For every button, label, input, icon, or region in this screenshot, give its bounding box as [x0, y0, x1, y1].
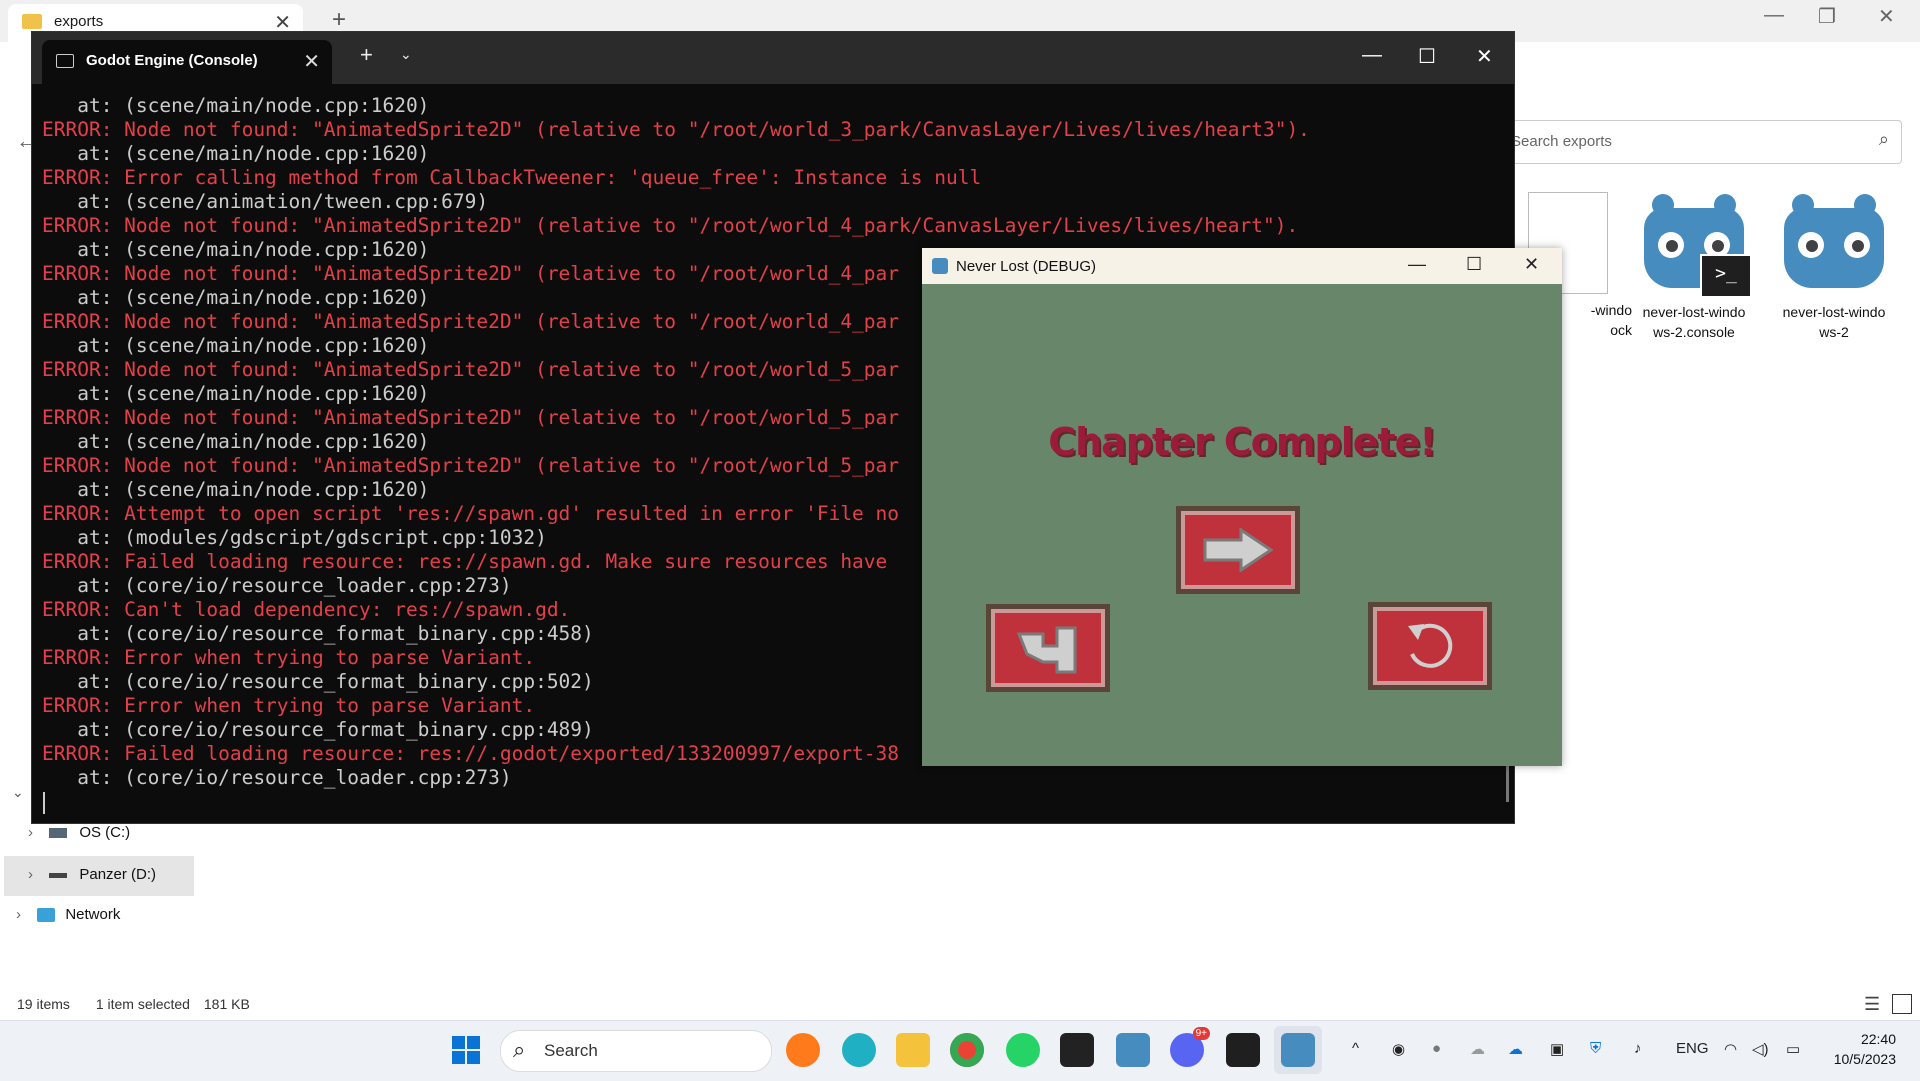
- search-icon: ⌕: [513, 1037, 526, 1062]
- new-tab-button[interactable]: +: [360, 42, 373, 68]
- epic-games-icon[interactable]: ▣: [1550, 1040, 1564, 1058]
- chevron-down-icon[interactable]: ⌄: [400, 46, 412, 63]
- chevron-right-icon: ›: [28, 866, 33, 883]
- game-title-bar: Never Lost (DEBUG) — ☐ ✕: [922, 248, 1562, 284]
- chevron-down-icon[interactable]: ⌄: [12, 784, 24, 801]
- console-title-bar: Godot Engine (Console) ✕ + ⌄ — ☐ ✕: [32, 32, 1514, 84]
- language-indicator[interactable]: ENG: [1676, 1040, 1709, 1057]
- close-button[interactable]: ✕: [1524, 254, 1539, 275]
- file-label: never-lost-windo ws-2.console: [1642, 304, 1746, 340]
- edge-icon[interactable]: [842, 1033, 876, 1067]
- terminal-icon: [56, 54, 74, 68]
- console-trace-line: at: (scene/animation/tween.cpp:679): [42, 190, 489, 213]
- onedrive-icon[interactable]: ☁: [1508, 1040, 1523, 1058]
- console-tab[interactable]: Godot Engine (Console) ✕: [42, 40, 332, 84]
- volume-icon[interactable]: ◁): [1752, 1040, 1769, 1058]
- cloud-icon[interactable]: ☁: [1470, 1040, 1485, 1058]
- sidebar-item-panzer-d[interactable]: › Panzer (D:): [28, 866, 156, 883]
- selection-size: 181 KB: [203, 996, 250, 1012]
- restart-button[interactable]: [1368, 602, 1492, 690]
- text-cursor: [43, 792, 45, 814]
- console-error-line: ERROR: Node not found: "AnimatedSprite2D…: [42, 214, 1299, 237]
- sticky-notes-icon[interactable]: [1060, 1033, 1094, 1067]
- item-count: 19 items: [17, 996, 70, 1012]
- scrollbar[interactable]: [1506, 762, 1509, 802]
- console-trace-line: at: (scene/main/node.cpp:1620): [42, 142, 430, 165]
- chapter-complete-heading: Chapter Complete!: [1048, 420, 1437, 464]
- clock-time: 22:40: [1860, 1031, 1896, 1047]
- console-error-line: ERROR: Node not found: "AnimatedSprite2D…: [42, 118, 1310, 141]
- return-to-menu-button[interactable]: [986, 604, 1110, 692]
- microphone-icon[interactable]: ♪: [1634, 1040, 1642, 1057]
- close-tab-icon[interactable]: ✕: [303, 49, 320, 74]
- minimize-button[interactable]: —: [1408, 254, 1426, 275]
- restart-icon: [1408, 623, 1453, 668]
- next-level-button[interactable]: [1176, 506, 1300, 594]
- chevron-right-icon: ›: [16, 906, 21, 923]
- maximize-button[interactable]: ☐: [1418, 44, 1436, 69]
- terminal-icon[interactable]: [1226, 1033, 1260, 1067]
- notification-badge: 9+: [1192, 1027, 1210, 1040]
- folder-icon: [22, 14, 42, 29]
- drive-icon: [49, 828, 68, 839]
- chrome-icon[interactable]: [950, 1033, 984, 1067]
- chevron-right-icon: ›: [28, 824, 33, 841]
- security-shield-icon[interactable]: ⛨: [1590, 1040, 1601, 1057]
- taskbar-search[interactable]: ⌕ Search: [500, 1030, 772, 1072]
- close-button[interactable]: ✕: [1878, 4, 1895, 29]
- search-box[interactable]: Search exports ⌕: [1500, 120, 1902, 164]
- explorer-tab-title: exports: [54, 13, 104, 30]
- file-explorer-icon[interactable]: [896, 1033, 930, 1067]
- godot-console-icon: >_: [1636, 190, 1752, 298]
- drive-icon: [49, 872, 68, 878]
- wifi-icon[interactable]: ◠: [1724, 1040, 1737, 1058]
- arrow-right-icon: [1203, 528, 1274, 572]
- clock-date: 10/5/2023: [1833, 1051, 1896, 1067]
- console-trace-line: at: (core/io/resource_loader.cpp:273): [42, 766, 512, 789]
- tray-app-icon[interactable]: ●: [1432, 1040, 1441, 1057]
- restore-button[interactable]: ❐: [1818, 4, 1836, 29]
- taskbar-search-placeholder: Search: [544, 1041, 598, 1060]
- godot-game-icon[interactable]: [1281, 1033, 1315, 1067]
- battery-icon[interactable]: ▭: [1786, 1040, 1800, 1058]
- whatsapp-icon[interactable]: [1006, 1033, 1040, 1067]
- steam-icon[interactable]: ◉: [1392, 1040, 1405, 1058]
- godot-icon[interactable]: [1116, 1033, 1150, 1067]
- file-item[interactable]: never-lost-windo ws-2: [1764, 190, 1904, 342]
- console-trace-line: at: (scene/main/node.cpp:1620): [42, 94, 430, 117]
- discord-icon[interactable]: 9+: [1170, 1027, 1210, 1067]
- firefox-icon[interactable]: [786, 1033, 820, 1067]
- minimize-button[interactable]: —: [1764, 4, 1784, 27]
- network-icon: [37, 908, 56, 923]
- console-tab-title: Godot Engine (Console): [86, 52, 258, 69]
- start-windows-icon[interactable]: [452, 1036, 480, 1064]
- status-bar: 19 items 1 item selected 181 KB: [17, 996, 250, 1012]
- godot-icon: [1776, 190, 1892, 298]
- chevron-up-icon[interactable]: ^: [1352, 1040, 1359, 1057]
- search-icon: ⌕: [1878, 129, 1889, 149]
- selection-status: 1 item selected: [95, 996, 190, 1012]
- minimize-button[interactable]: —: [1362, 44, 1382, 67]
- details-view-icon[interactable]: ☰: [1864, 994, 1880, 1015]
- tiles-view-icon[interactable]: [1892, 994, 1912, 1014]
- search-placeholder: Search exports: [1511, 133, 1612, 150]
- sidebar-item-network[interactable]: › Network: [16, 906, 120, 923]
- sidebar-item-os-c[interactable]: › OS (C:): [28, 824, 130, 841]
- game-window: Never Lost (DEBUG) — ☐ ✕ Chapter Complet…: [922, 248, 1562, 766]
- game-title: Never Lost (DEBUG): [956, 258, 1097, 275]
- return-arrow-icon: [1016, 626, 1077, 674]
- file-item[interactable]: >_ never-lost-windo ws-2.console: [1624, 190, 1764, 342]
- new-tab-button[interactable]: +: [332, 6, 346, 34]
- godot-icon: [932, 258, 948, 274]
- close-button[interactable]: ✕: [1476, 44, 1493, 69]
- console-error-line: ERROR: Error calling method from Callbac…: [42, 166, 982, 189]
- maximize-button[interactable]: ☐: [1466, 254, 1482, 275]
- file-label: never-lost-windo ws-2: [1782, 304, 1886, 340]
- clock[interactable]: 22:40 10/5/2023: [1820, 1029, 1896, 1069]
